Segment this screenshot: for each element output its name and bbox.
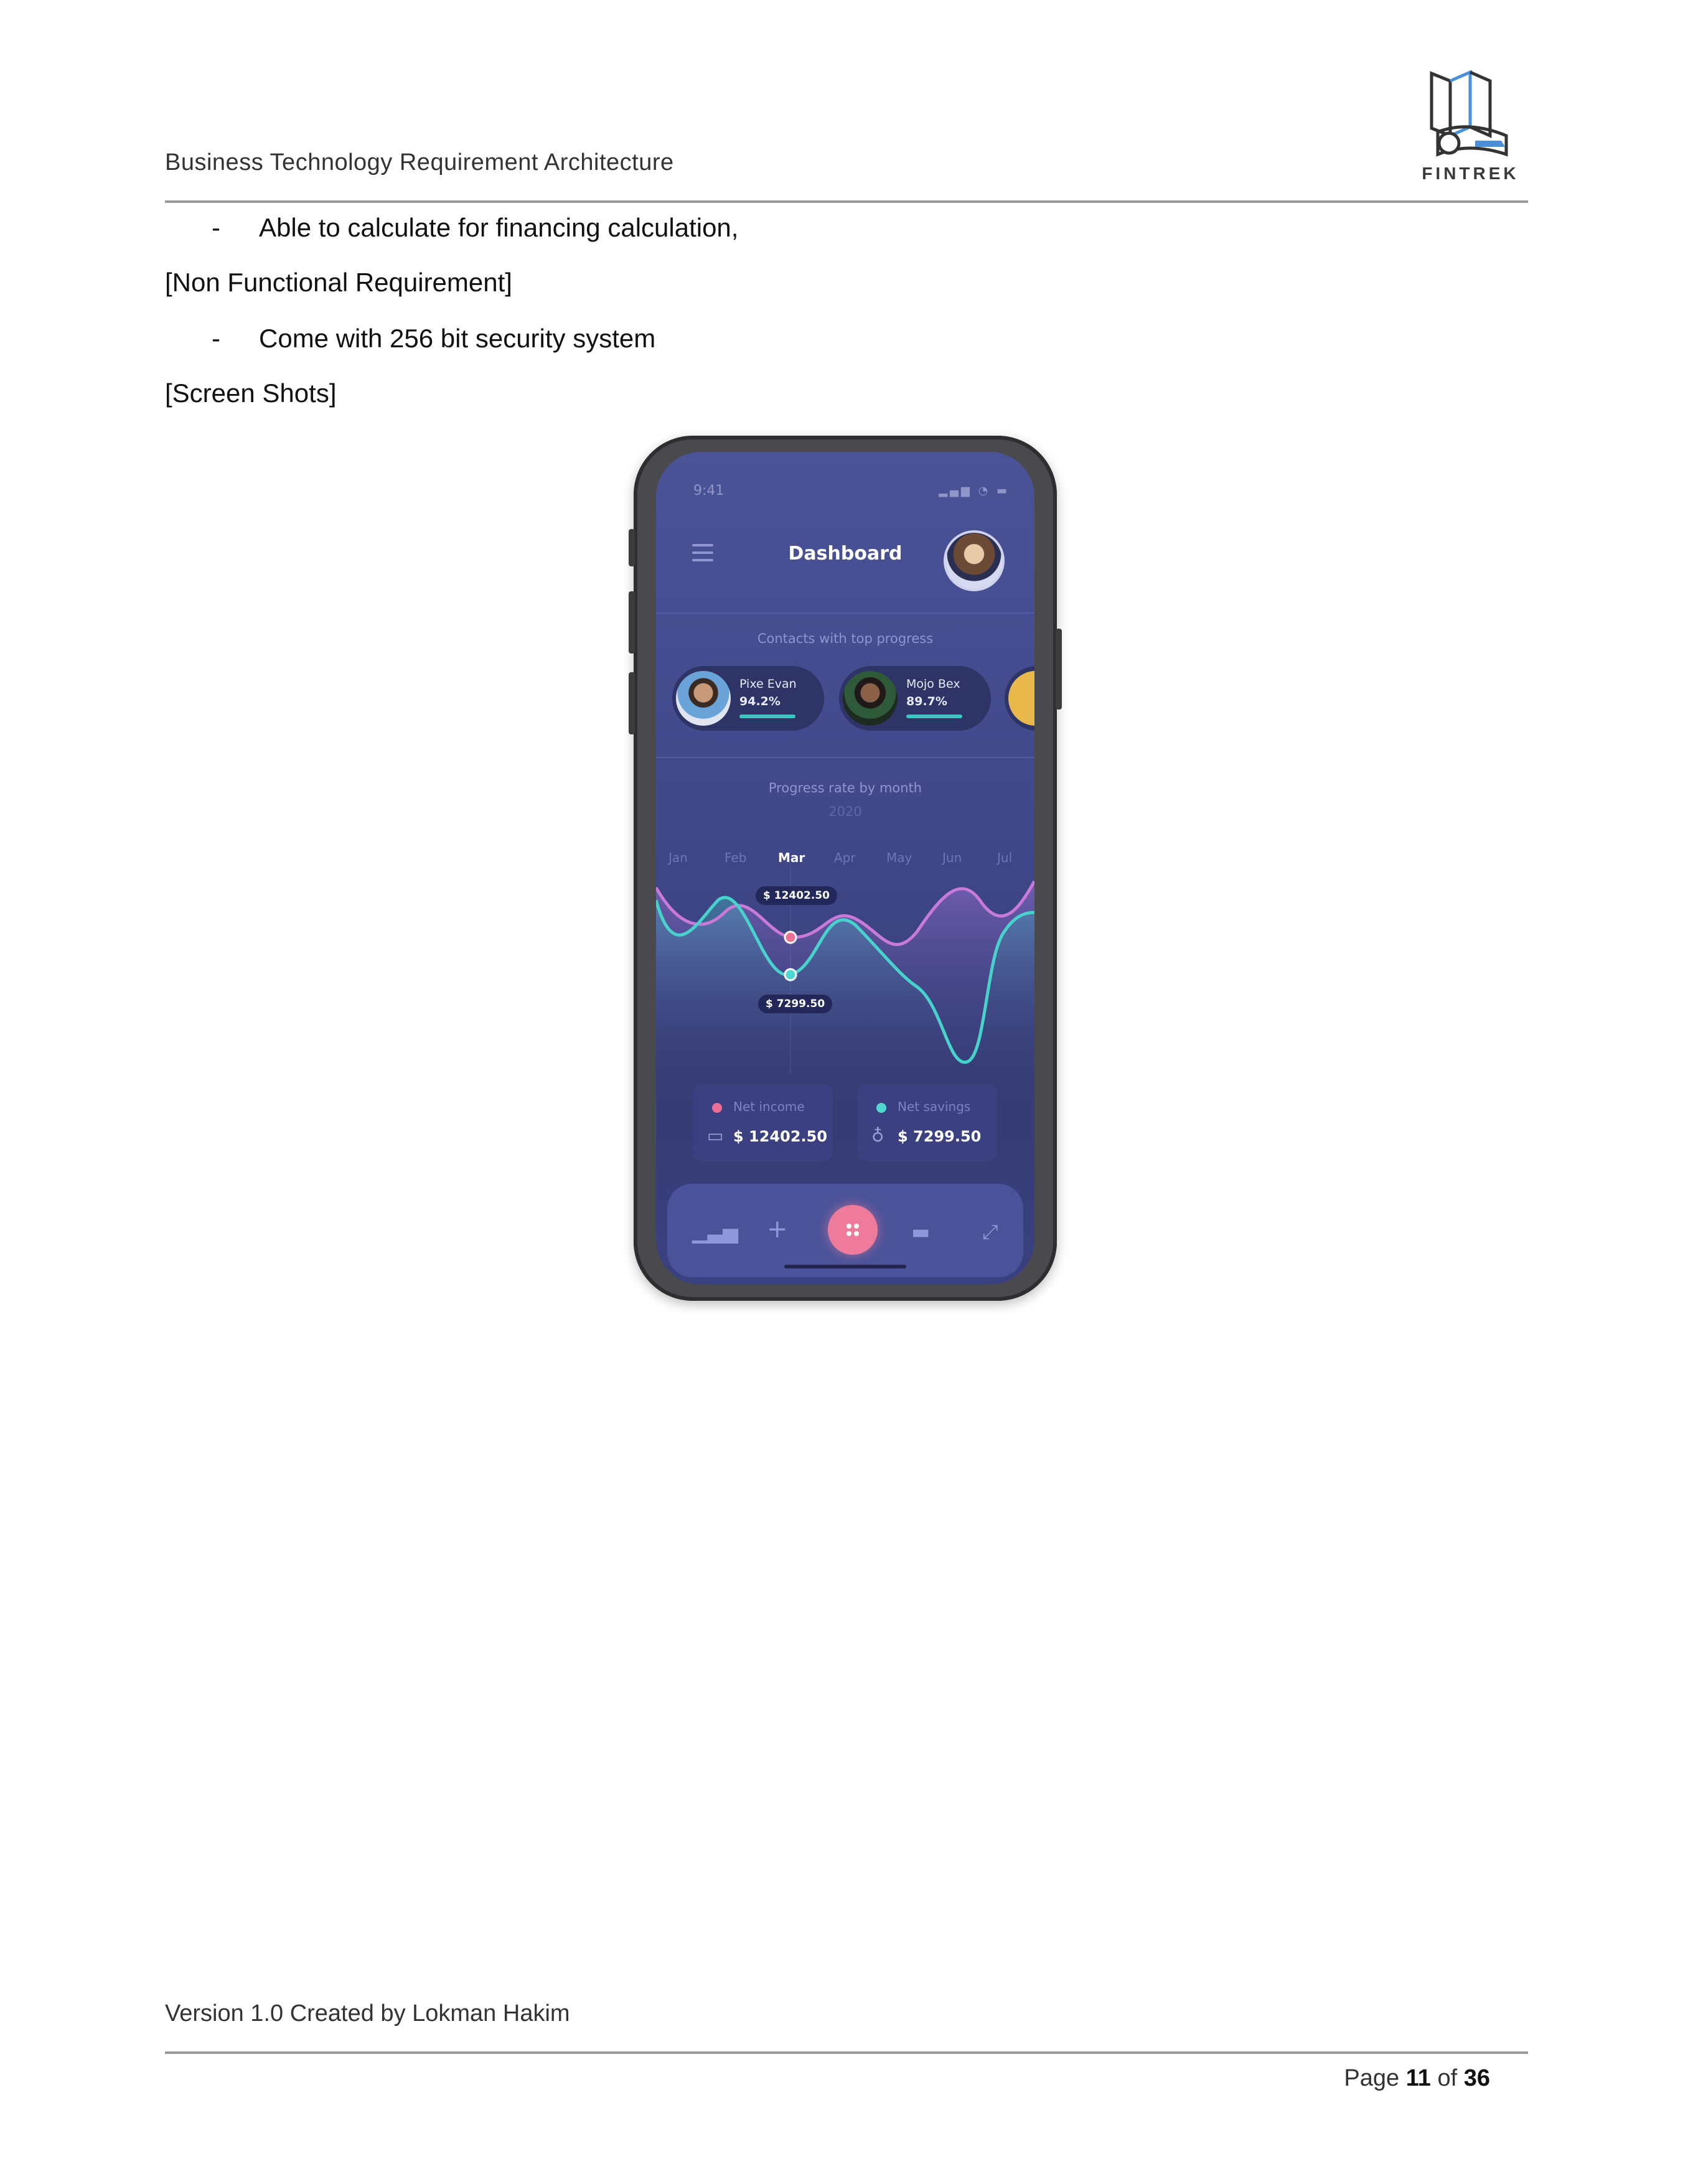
contact-avatar: [843, 671, 898, 726]
stat-value: $ 12402.50: [733, 1128, 828, 1145]
section-heading: [Non Functional Requirement]: [165, 268, 512, 297]
contact-avatar: [1008, 671, 1034, 726]
page-current: 11: [1405, 2065, 1431, 2091]
divider: [656, 612, 1034, 614]
fintrek-logo: FINTREK: [1413, 67, 1528, 192]
stat-label: Net income: [733, 1099, 805, 1114]
contact-avatar: [676, 671, 731, 726]
savings-dot: [876, 1103, 886, 1113]
piggy-bank-icon: ♁: [871, 1125, 884, 1146]
section-heading: [Screen Shots]: [165, 378, 337, 408]
stat-label: Net savings: [898, 1099, 971, 1114]
divider: [656, 757, 1034, 758]
phone-side-button: [629, 672, 635, 734]
page-number: Page 11 of 36: [1344, 2065, 1490, 2092]
page-of: of: [1437, 2065, 1458, 2091]
income-dot: [712, 1103, 722, 1113]
contact-name: Pixe Evan: [739, 677, 797, 691]
stat-value: $ 7299.50: [898, 1128, 982, 1145]
logo-wordmark: FINTREK: [1422, 164, 1519, 183]
bottom-nav: ▁▃▅ + ▬ ⤢: [667, 1184, 1023, 1277]
contact-card[interactable]: [1005, 666, 1034, 731]
bar-chart-icon[interactable]: ▁▃▅: [692, 1220, 738, 1244]
home-indicator: [784, 1265, 906, 1268]
contact-progress-bar: [739, 715, 795, 718]
phone-power-button: [1056, 629, 1062, 710]
document-header-title: Business Technology Requirement Architec…: [165, 149, 674, 176]
bullet-dash: -: [212, 213, 220, 242]
fintrek-logo-icon: [1430, 70, 1508, 157]
savings-point: [784, 968, 797, 982]
phone-mockup: 9:41 ▂▄▆ ◔ ▬ Dashboard Contacts with top…: [629, 436, 1062, 1301]
contact-percent: 89.7%: [906, 695, 947, 708]
bullet-dash: -: [212, 324, 220, 353]
income-value-badge: $ 12402.50: [756, 886, 838, 905]
plus-icon[interactable]: +: [767, 1215, 788, 1244]
contact-percent: 94.2%: [739, 695, 781, 708]
requirement-bullet: Come with 256 bit security system: [259, 324, 656, 353]
contact-progress-bar: [906, 715, 962, 718]
status-time: 9:41: [693, 483, 724, 499]
net-savings-card[interactable]: Net savings ♁ $ 7299.50: [858, 1084, 997, 1161]
header-rule: [165, 200, 1528, 203]
app-screen: 9:41 ▂▄▆ ◔ ▬ Dashboard Contacts with top…: [656, 452, 1034, 1285]
page-prefix: Page: [1344, 2065, 1400, 2091]
chart-heading: Progress rate by month: [768, 780, 922, 795]
chart-year: 2020: [828, 804, 862, 819]
status-icons: ▂▄▆ ◔ ▬: [939, 484, 1010, 497]
phone-side-button: [629, 529, 635, 566]
net-income-card[interactable]: Net income ▭ $ 12402.50: [693, 1084, 833, 1161]
card-icon[interactable]: ▬: [911, 1220, 930, 1244]
savings-value-badge: $ 7299.50: [758, 995, 833, 1013]
contact-card[interactable]: Mojo Bex 89.7%: [839, 666, 991, 731]
profile-avatar[interactable]: [944, 530, 1005, 591]
grid-icon[interactable]: [828, 1205, 878, 1255]
contact-card[interactable]: Pixe Evan 94.2%: [672, 666, 824, 731]
phone-side-button: [629, 591, 635, 654]
contacts-heading: Contacts with top progress: [757, 631, 934, 646]
income-point: [784, 930, 797, 944]
progress-chart: [656, 863, 1034, 1074]
contact-name: Mojo Bex: [906, 677, 960, 691]
page-total: 36: [1463, 2065, 1490, 2091]
footer-version: Version 1.0 Created by Lokman Hakim: [165, 2000, 570, 2027]
expand-icon[interactable]: ⤢: [982, 1220, 998, 1244]
requirement-bullet: Able to calculate for financing calculat…: [259, 213, 739, 242]
wallet-icon: ▭: [707, 1125, 724, 1146]
footer-rule: [165, 2051, 1528, 2054]
